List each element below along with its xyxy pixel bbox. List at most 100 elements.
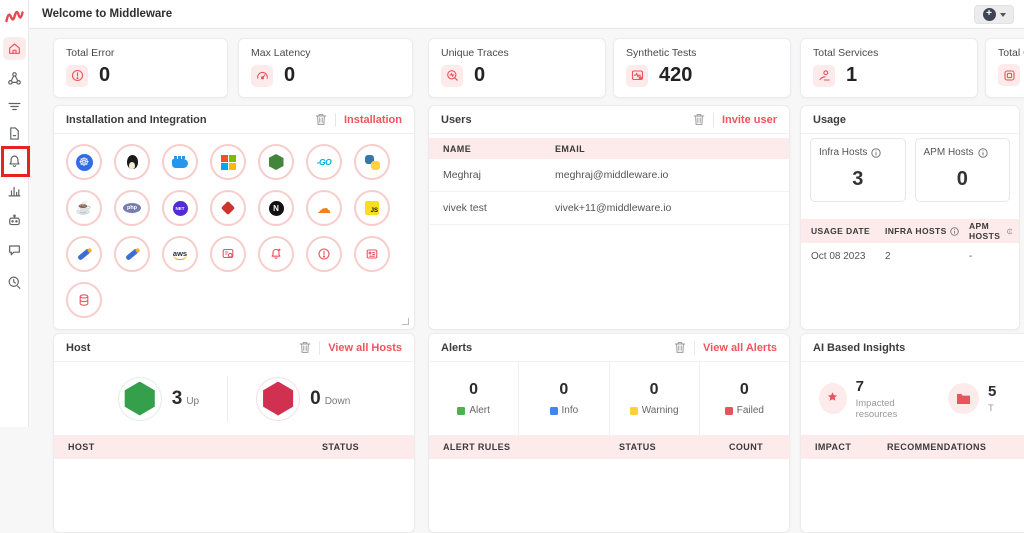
docker-icon[interactable] xyxy=(162,144,198,180)
stat-label: Total Error xyxy=(66,47,215,59)
column-header-email: EMAIL xyxy=(555,144,585,154)
user-email: vivek+11@middleware.io xyxy=(555,202,671,214)
infra-hosts-value: 3 xyxy=(819,168,897,191)
trash-icon[interactable] xyxy=(299,341,311,354)
trash-icon[interactable] xyxy=(674,341,686,354)
javascript-icon[interactable]: JS xyxy=(354,190,390,226)
speedometer-icon xyxy=(251,65,273,87)
integration-card-icon[interactable] xyxy=(354,236,390,272)
ai-bot-icon[interactable] xyxy=(3,209,26,232)
stat-label: Unique Traces xyxy=(441,47,593,59)
database-alert-icon[interactable] xyxy=(210,236,246,272)
dotnet-icon[interactable]: NET xyxy=(162,190,198,226)
integration-grid: ☸ -GO ☕ php NET N ☁ JS aws xyxy=(54,134,414,328)
stat-value: 0 xyxy=(99,64,110,87)
card-title: Installation and Integration xyxy=(66,114,207,126)
plus-icon: + xyxy=(983,8,996,21)
alert-stat: 0 Warning xyxy=(610,362,700,435)
column-header-usage-date: USAGE DATE xyxy=(811,226,885,236)
column-header-count: COUNT xyxy=(729,442,763,452)
kubernetes-icon[interactable]: ☸ xyxy=(66,144,102,180)
alert-count: 0 xyxy=(469,381,478,399)
column-header-infra-hosts: INFRA HOSTS xyxy=(885,226,969,236)
chat-support-icon[interactable] xyxy=(3,239,26,262)
info-icon[interactable] xyxy=(871,148,881,158)
alert-stat: 0 Failed xyxy=(700,362,789,435)
users-card: Users Invite user NAME EMAIL Meghraj meg… xyxy=(428,105,790,330)
nextjs-icon[interactable]: N xyxy=(258,190,294,226)
info-icon[interactable] xyxy=(978,148,988,158)
microsoft-icon[interactable] xyxy=(210,144,246,180)
stat-value: 420 xyxy=(659,64,692,87)
stat-label: Total Services xyxy=(813,47,965,59)
installation-link[interactable]: Installation xyxy=(344,114,402,126)
database-icon[interactable] xyxy=(66,282,102,318)
infra-hosts-box: Infra Hosts 3 xyxy=(810,138,906,202)
hosts-down-count: 0 xyxy=(310,388,321,410)
golang-icon[interactable]: -GO xyxy=(306,144,342,180)
php-icon[interactable]: php xyxy=(114,190,150,226)
opentelemetry-icon[interactable] xyxy=(66,236,102,272)
card-title: Usage xyxy=(813,114,846,126)
info-icon[interactable] xyxy=(1007,227,1013,236)
dashboards-chart-icon[interactable] xyxy=(3,179,26,202)
view-all-hosts-link[interactable]: View all Hosts xyxy=(328,342,402,354)
reports-file-icon[interactable] xyxy=(3,122,26,145)
linux-icon[interactable] xyxy=(114,144,150,180)
nodejs-icon[interactable] xyxy=(258,144,294,180)
opentelemetry-icon[interactable] xyxy=(114,236,150,272)
top-bar: Welcome to Middleware + xyxy=(29,0,1024,29)
column-header-impact: IMPACT xyxy=(815,442,887,452)
usage-table-header: USAGE DATE INFRA HOSTS APM HOSTS xyxy=(801,219,1019,243)
column-header-host: HOST xyxy=(68,442,322,452)
alerts-table-header: ALERT RULES STATUS COUNT xyxy=(429,435,789,459)
python-icon[interactable] xyxy=(354,144,390,180)
trash-icon[interactable] xyxy=(693,113,705,126)
divider xyxy=(227,376,228,422)
trash-icon[interactable] xyxy=(315,113,327,126)
stat-card-unique-traces: Unique Traces 0 xyxy=(428,38,606,98)
recommendation-count: 5 xyxy=(988,383,996,400)
hosts-up-count: 3 xyxy=(172,388,183,410)
card-title: Users xyxy=(441,114,472,126)
invite-user-link[interactable]: Invite user xyxy=(722,114,777,126)
legend-label: Info xyxy=(562,405,579,416)
page-title: Welcome to Middleware xyxy=(42,8,172,20)
failed-count: 0 xyxy=(740,381,749,399)
warning-count: 0 xyxy=(650,381,659,399)
legend-label: Failed xyxy=(737,405,764,416)
logs-filter-icon[interactable] xyxy=(3,95,26,118)
alerts-bell-icon[interactable] xyxy=(3,150,26,173)
stat-card-max-latency: Max Latency 0 xyxy=(238,38,413,98)
ruby-icon[interactable] xyxy=(210,190,246,226)
insights-table-header: IMPACT RECOMMENDATIONS xyxy=(801,435,1024,459)
view-all-alerts-link[interactable]: View all Alerts xyxy=(703,342,777,354)
infra-hosts-label: Infra Hosts xyxy=(819,147,867,158)
aws-icon[interactable]: aws xyxy=(162,236,198,272)
impact-burst-icon xyxy=(819,383,847,414)
java-icon[interactable]: ☕ xyxy=(66,190,102,226)
usage-card: Usage Infra Hosts 3 APM Hosts 0 USAGE DA… xyxy=(800,105,1020,330)
services-icon xyxy=(813,65,835,87)
stat-value: 0 xyxy=(474,64,485,87)
audit-activity-icon[interactable] xyxy=(3,271,26,294)
card-title: Alerts xyxy=(441,342,472,354)
impacted-count: 7 xyxy=(856,378,930,395)
card-title: AI Based Insights xyxy=(813,342,905,354)
info-icon[interactable] xyxy=(950,227,959,236)
impacted-label: Impacted resources xyxy=(856,398,930,420)
incident-alert-icon[interactable] xyxy=(306,236,342,272)
middleware-logo[interactable] xyxy=(5,8,24,24)
stat-card-total-error: Total Error 0 xyxy=(53,38,228,98)
stat-value: 0 xyxy=(284,64,295,87)
add-button[interactable]: + xyxy=(974,5,1014,24)
legend-label: Alert xyxy=(469,405,490,416)
info-count: 0 xyxy=(559,381,568,399)
stat-card-total-containers: Total C xyxy=(985,38,1024,98)
cloudflare-icon[interactable]: ☁ xyxy=(306,190,342,226)
home-icon[interactable] xyxy=(3,37,26,60)
resize-handle[interactable] xyxy=(402,318,409,325)
alert-bell-icon[interactable] xyxy=(258,236,294,272)
synthetic-monitor-icon xyxy=(626,65,648,87)
services-map-icon[interactable] xyxy=(3,67,26,90)
